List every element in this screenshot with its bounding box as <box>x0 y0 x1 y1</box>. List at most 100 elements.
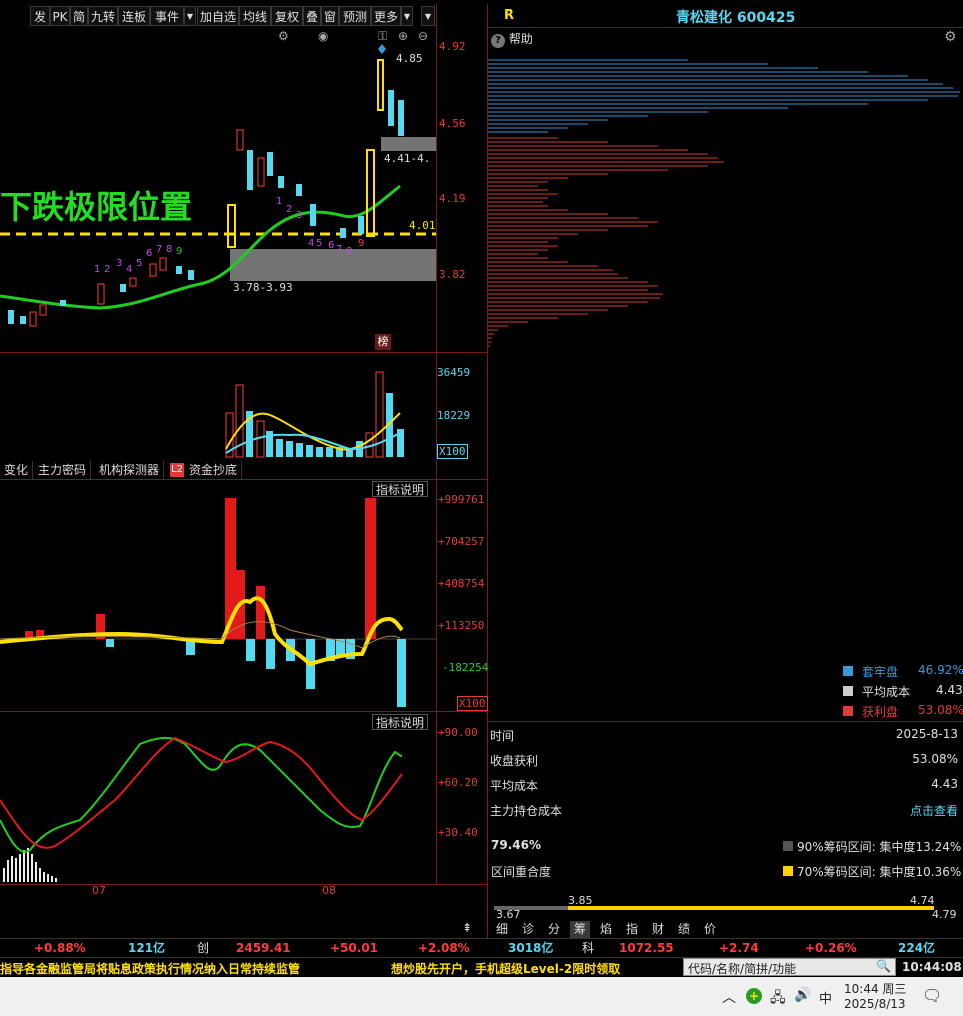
tab-diagnose[interactable]: 诊 <box>518 921 538 938</box>
bang-badge[interactable]: 榜 <box>375 334 391 350</box>
hline-3 <box>0 711 487 712</box>
tab-l2-badge: L2 <box>170 463 184 477</box>
toolbar: 发 PK 简 九转 连板 事件 ▼ 加自选 均线 复权 叠 窗 预测 更多 ▼ … <box>0 4 436 28</box>
taskbar-app-icon[interactable]: + <box>746 988 762 1004</box>
chip-distribution <box>488 59 960 347</box>
toolbar-ma-button[interactable]: 均线 <box>239 6 271 26</box>
funds-unit-label: X100 <box>457 696 488 711</box>
ticker-item: 创 <box>197 941 210 955</box>
tab-price[interactable]: 价 <box>700 921 720 938</box>
nine-count-digit: 4 <box>126 264 133 275</box>
funds-axis-label: +408754 <box>438 577 485 590</box>
toolbar-jiuzhuan-button[interactable]: 九转 <box>88 6 118 26</box>
price-axis-label: 4.92 <box>439 40 466 53</box>
toolbar-window-button[interactable]: 窗 <box>321 6 339 26</box>
funds-axis-label: +113250 <box>438 619 485 632</box>
nine-count-digit: 3 <box>296 210 303 221</box>
toolbar-menu-dropdown[interactable]: ▼ <box>421 6 435 26</box>
toolbar-overlay-button[interactable]: 叠 <box>303 6 321 26</box>
range-box-upper <box>381 137 436 151</box>
funds-explain-button[interactable]: 指标说明 <box>372 481 429 497</box>
ticker-item: +0.88% <box>34 941 86 955</box>
chip-red <box>488 137 724 347</box>
high-marker-icon <box>378 44 386 54</box>
taskbar-clock-date[interactable]: 2025/8/13 <box>844 997 906 1011</box>
price-axis-label: 4.56 <box>439 117 466 130</box>
tab-funds-bottom[interactable]: 资金抄底 <box>185 461 243 479</box>
toolbar-fuquan-button[interactable]: 复权 <box>271 6 303 26</box>
nine-count-digit: 6 <box>146 248 153 259</box>
tab-finance[interactable]: 财 <box>648 921 668 938</box>
tab-flame[interactable]: 焰 <box>596 921 616 938</box>
kdj-explain-button[interactable]: 指标说明 <box>372 714 429 730</box>
toolbar-add-watchlist-button[interactable]: 加自选 <box>197 6 239 26</box>
ticker-item: 121亿 <box>128 941 166 955</box>
toolbar-event-dropdown[interactable]: ▼ <box>184 6 196 26</box>
toolbar-event-button[interactable]: 事件 <box>150 6 184 26</box>
news-right[interactable]: 想炒股先开户，手机超级Level-2限时领取 <box>391 960 620 977</box>
toolbar-simple-button[interactable]: 简 <box>70 6 88 26</box>
toolbar-more-dropdown[interactable]: ▼ <box>401 6 413 26</box>
marker-range-lower-label: 3.78-3.93 <box>233 281 293 294</box>
marker-high-label: 4.85 <box>396 52 423 65</box>
funds-axis-label: +999761 <box>438 493 485 506</box>
toolbar-lianban-button[interactable]: 连板 <box>118 6 150 26</box>
toolbar-more-button[interactable]: 更多 <box>371 6 401 26</box>
nine-count-digit: 8 <box>346 246 353 257</box>
search-icon: 🔍 <box>876 959 891 973</box>
panel-settings-icon[interactable]: ⚙ <box>944 29 957 45</box>
stock-title: 青松建化 600425 <box>676 10 796 26</box>
notification-icon[interactable]: 🗨 <box>922 986 942 1005</box>
legend-profit-label: 获利盘 <box>862 705 899 719</box>
info-link-main-cost[interactable]: 点击查看 <box>910 802 958 819</box>
tab-change[interactable]: 变化 <box>0 461 34 479</box>
network-icon[interactable]: 🖧 <box>770 987 786 1011</box>
nine-count-digit: 9 <box>176 246 183 257</box>
legend-trapped-label: 套牢盘 <box>862 665 899 679</box>
help-label: 帮助 <box>508 32 533 46</box>
tab-performance[interactable]: 绩 <box>674 921 694 938</box>
legend-avgcost-swatch <box>843 686 853 696</box>
range-box-lower <box>230 249 436 281</box>
ticker-item: 2459.41 <box>236 941 291 955</box>
toolbar-pk-button[interactable]: PK <box>50 6 70 26</box>
taskbar-chevron-icon[interactable]: ︿ <box>722 987 736 1007</box>
tab-index[interactable]: 指 <box>622 921 642 938</box>
tab-chips[interactable]: 筹 <box>570 921 590 938</box>
chip-blue <box>488 59 960 133</box>
ticker-item: +2.74 <box>719 941 759 955</box>
legend-profit-value: 53.08% <box>918 703 963 717</box>
range70-swatch <box>783 866 793 876</box>
toolbar-fa-button[interactable]: 发 <box>30 6 50 26</box>
funds-bars <box>25 498 406 707</box>
scroll-top-button[interactable]: ⇞ <box>460 921 474 935</box>
overlap-label: 区间重合度 <box>491 865 552 879</box>
tab-detail[interactable]: 细 <box>492 921 512 938</box>
tab-main-force-code[interactable]: 主力密码 <box>34 461 92 479</box>
range90-swatch <box>783 841 793 851</box>
ticker-item: 3018亿 <box>508 941 554 955</box>
news-left[interactable]: 指导各金融监管局将贴息政策执行情况纳入日常持续监管 <box>0 960 300 977</box>
ime-indicator[interactable]: 中 <box>819 988 832 1007</box>
search-input[interactable]: 代码/名称/简拼/功能 🔍 <box>683 958 896 976</box>
taskbar-clock-time[interactable]: 10:44 周三 <box>844 980 906 997</box>
range-scale-low: 3.67 <box>496 908 521 921</box>
month-label: 07 <box>92 884 106 897</box>
hline-4 <box>0 884 487 885</box>
nine-count-digit: 2 <box>104 264 111 275</box>
info-label-time: 时间 <box>490 729 515 743</box>
overlap-pct: 79.46% <box>491 838 541 852</box>
toolbar-predict-button[interactable]: 预测 <box>339 6 371 26</box>
ticker-item: 科 <box>582 941 595 955</box>
dashed-level-label: 4.01 <box>409 219 436 232</box>
volume-chart <box>225 371 404 458</box>
tab-institution-detector[interactable]: 机构探测器 <box>95 461 165 479</box>
volume-icon[interactable]: 🔊 <box>794 987 811 1003</box>
hline-2 <box>0 479 487 480</box>
info-value-avg-cost: 4.43 <box>931 777 958 791</box>
help-button[interactable]: ? 帮助 <box>491 30 533 48</box>
tab-minute[interactable]: 分 <box>544 921 564 938</box>
info-value-close-profit: 53.08% <box>912 752 958 766</box>
price-axis-label: 4.19 <box>439 192 466 205</box>
info-value-time: 2025-8-13 <box>895 727 958 741</box>
